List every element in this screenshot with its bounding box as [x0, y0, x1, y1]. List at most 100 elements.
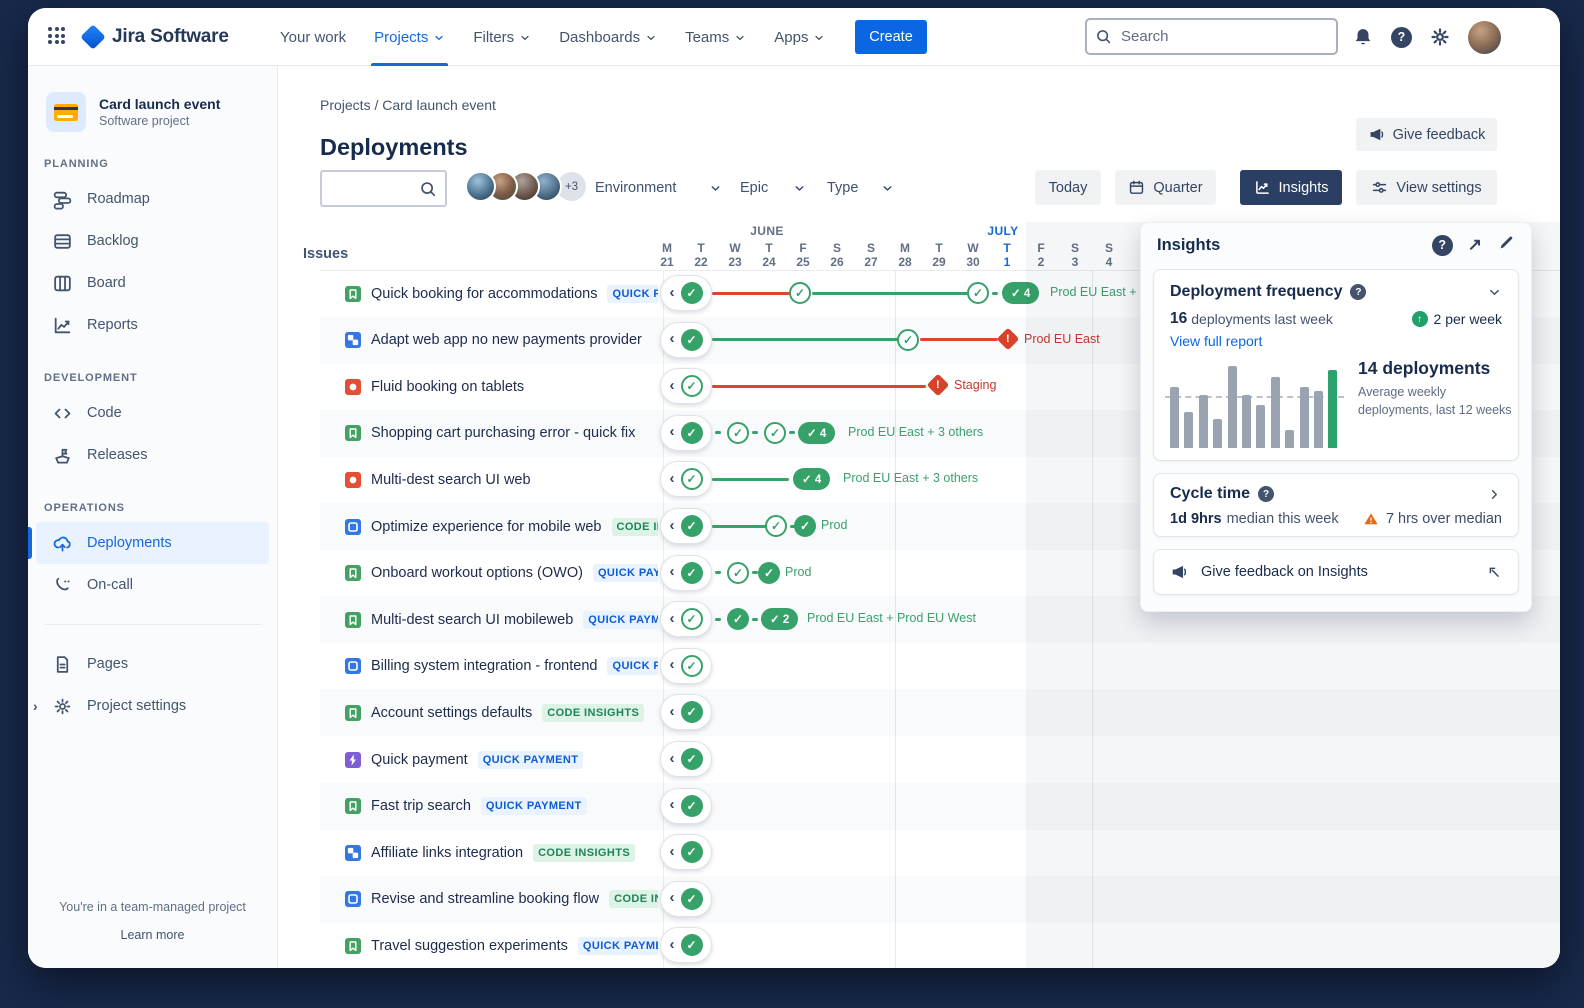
filter-avatar[interactable]	[465, 171, 496, 202]
deployment-status-check[interactable]: ✓	[789, 282, 811, 304]
expand-deployments-pill[interactable]: ‹✓	[660, 555, 712, 591]
notifications-bell-icon[interactable]	[1352, 26, 1374, 48]
issue-title: Multi-dest search UI mobileweb	[371, 612, 573, 628]
sidebar-item-project-settings[interactable]: ›Project settings	[36, 685, 269, 727]
timeline-cell: ‹✓	[658, 643, 1560, 690]
nav-item-your-work[interactable]: Your work	[280, 8, 346, 66]
issue-title: Affiliate links integration	[371, 845, 523, 861]
expand-deployments-pill[interactable]: ‹✓	[660, 275, 712, 311]
filter-dropdown-epic[interactable]: Epic	[740, 176, 806, 200]
deployment-count-pill[interactable]: ✓ 4	[798, 422, 835, 444]
expand-deployments-pill[interactable]: ‹✓	[660, 648, 712, 684]
chevron-left-icon: ‹	[670, 844, 675, 859]
issue-row[interactable]: Account settings defaultsCODE INSIGHTS‹✓	[320, 689, 1560, 736]
chevron-right-icon[interactable]	[1487, 487, 1502, 502]
deployment-status-check[interactable]: ✓	[794, 515, 816, 537]
sidebar-item-board[interactable]: Board	[36, 262, 269, 304]
filter-dropdown-type[interactable]: Type	[827, 176, 894, 200]
deployment-frequency-help-icon[interactable]: ?	[1350, 284, 1366, 300]
cycle-time-help-icon[interactable]: ?	[1258, 486, 1274, 502]
nav-item-filters[interactable]: Filters	[473, 8, 531, 66]
sidebar-item-deployments[interactable]: Deployments	[36, 522, 269, 564]
insights-expand-icon[interactable]: ↗	[1468, 235, 1482, 255]
deployment-status-check[interactable]: ✓	[727, 608, 749, 630]
settings-gear-icon[interactable]	[1429, 26, 1451, 48]
sidebar-item-reports[interactable]: Reports	[36, 304, 269, 346]
deployment-error-icon[interactable]: !	[997, 327, 1020, 350]
insights-edit-pen-icon[interactable]	[1497, 234, 1515, 257]
sidebar-item-pages[interactable]: Pages	[36, 643, 269, 685]
expand-deployments-pill[interactable]: ‹✓	[660, 741, 712, 777]
expand-deployments-pill[interactable]: ‹✓	[660, 834, 712, 870]
help-icon[interactable]: ?	[1391, 27, 1412, 48]
create-button[interactable]: Create	[855, 20, 927, 54]
insights-feedback-card[interactable]: Give feedback on Insights	[1153, 549, 1519, 595]
expand-deployments-pill[interactable]: ‹✓	[660, 415, 712, 451]
deployment-status-check[interactable]: ✓	[758, 562, 780, 584]
deployment-connector-line	[920, 338, 998, 341]
breadcrumb[interactable]: Projects / Card launch event	[320, 97, 496, 113]
deployment-connector-dash	[715, 571, 721, 574]
quarter-button[interactable]: Quarter	[1115, 170, 1216, 205]
deployment-connector-dash	[715, 431, 721, 434]
sidebar-item-roadmap[interactable]: Roadmap	[36, 178, 269, 220]
issue-row[interactable]: Quick paymentQUICK PAYMENT‹✓	[320, 736, 1560, 783]
sidebar-item-code[interactable]: Code	[36, 392, 269, 434]
expand-deployments-pill[interactable]: ‹✓	[660, 881, 712, 917]
expand-deployments-pill[interactable]: ‹✓	[660, 461, 712, 497]
issue-row[interactable]: Affiliate links integrationCODE INSIGHTS…	[320, 829, 1560, 876]
expand-deployments-pill[interactable]: ‹✓	[660, 694, 712, 730]
expand-deployments-pill[interactable]: ‹✓	[660, 322, 712, 358]
issue-row[interactable]: Billing system integration - frontendQUI…	[320, 643, 1560, 690]
deployment-status-check[interactable]: ✓	[897, 329, 919, 351]
issue-type-task-icon	[345, 891, 361, 907]
code-icon	[50, 401, 74, 425]
app-switcher-icon[interactable]	[48, 27, 68, 47]
view-settings-button[interactable]: View settings	[1356, 170, 1497, 205]
sidebar-item-on-call[interactable]: On-call	[36, 564, 269, 606]
learn-more-link[interactable]: Learn more	[28, 928, 277, 942]
chevron-down-icon[interactable]	[1487, 285, 1502, 300]
give-feedback-button[interactable]: Give feedback	[1356, 118, 1497, 151]
expand-deployments-pill[interactable]: ‹✓	[660, 601, 712, 637]
insights-button[interactable]: Insights	[1240, 170, 1342, 205]
deployment-count-pill[interactable]: ✓ 4	[1002, 282, 1039, 304]
filter-dropdown-environment[interactable]: Environment	[595, 176, 722, 200]
insights-help-icon[interactable]: ?	[1432, 235, 1453, 256]
issue-row[interactable]: Travel suggestion experimentsQUICK PAYME…	[320, 922, 1560, 968]
today-button[interactable]: Today	[1035, 170, 1101, 205]
jira-logo[interactable]: Jira Software	[82, 8, 229, 66]
deployment-status-check[interactable]: ✓	[967, 282, 989, 304]
sidebar-item-backlog[interactable]: Backlog	[36, 220, 269, 262]
expand-deployments-pill[interactable]: ‹✓	[660, 508, 712, 544]
user-avatar[interactable]	[1468, 21, 1501, 54]
deployment-status-check[interactable]: ✓	[764, 422, 786, 444]
nav-item-dashboards[interactable]: Dashboards	[559, 8, 657, 66]
nav-item-teams[interactable]: Teams	[685, 8, 746, 66]
expand-deployments-pill[interactable]: ‹✓	[660, 368, 712, 404]
deployment-count-pill[interactable]: ✓ 4	[793, 468, 830, 490]
expand-deployments-pill[interactable]: ‹✓	[660, 927, 712, 963]
deployment-status-check[interactable]: ✓	[727, 422, 749, 444]
deployment-connector-line	[712, 385, 926, 388]
deployment-status-check[interactable]: ✓	[765, 515, 787, 537]
nav-item-apps[interactable]: Apps	[774, 8, 825, 66]
nav-item-label: Your work	[280, 29, 346, 46]
nav-item-projects[interactable]: Projects	[374, 8, 445, 66]
expand-deployments-pill[interactable]: ‹✓	[660, 788, 712, 824]
issue-row[interactable]: Revise and streamline booking flowCODE I…	[320, 876, 1560, 923]
deployment-count-pill[interactable]: ✓ 2	[761, 608, 798, 630]
day-letter: T	[752, 241, 786, 255]
insights-panel-header: Insights ? ↗	[1141, 223, 1531, 267]
sidebar-item-releases[interactable]: Releases	[36, 434, 269, 476]
deployment-status-check[interactable]: ✓	[727, 562, 749, 584]
chevron-right-icon[interactable]: ›	[33, 698, 38, 714]
global-search-input[interactable]	[1119, 27, 1328, 46]
view-full-report-link[interactable]: View full report	[1154, 328, 1518, 349]
cycle-time-warning: 7 hrs over median	[1363, 511, 1502, 527]
deployments-last-week-label: deployments last week	[1191, 311, 1333, 327]
deployment-error-icon[interactable]: !	[927, 374, 950, 397]
global-search[interactable]	[1085, 18, 1338, 55]
issue-row[interactable]: Fast trip searchQUICK PAYMENT‹✓	[320, 783, 1560, 830]
timeline-search-input[interactable]	[320, 170, 447, 207]
